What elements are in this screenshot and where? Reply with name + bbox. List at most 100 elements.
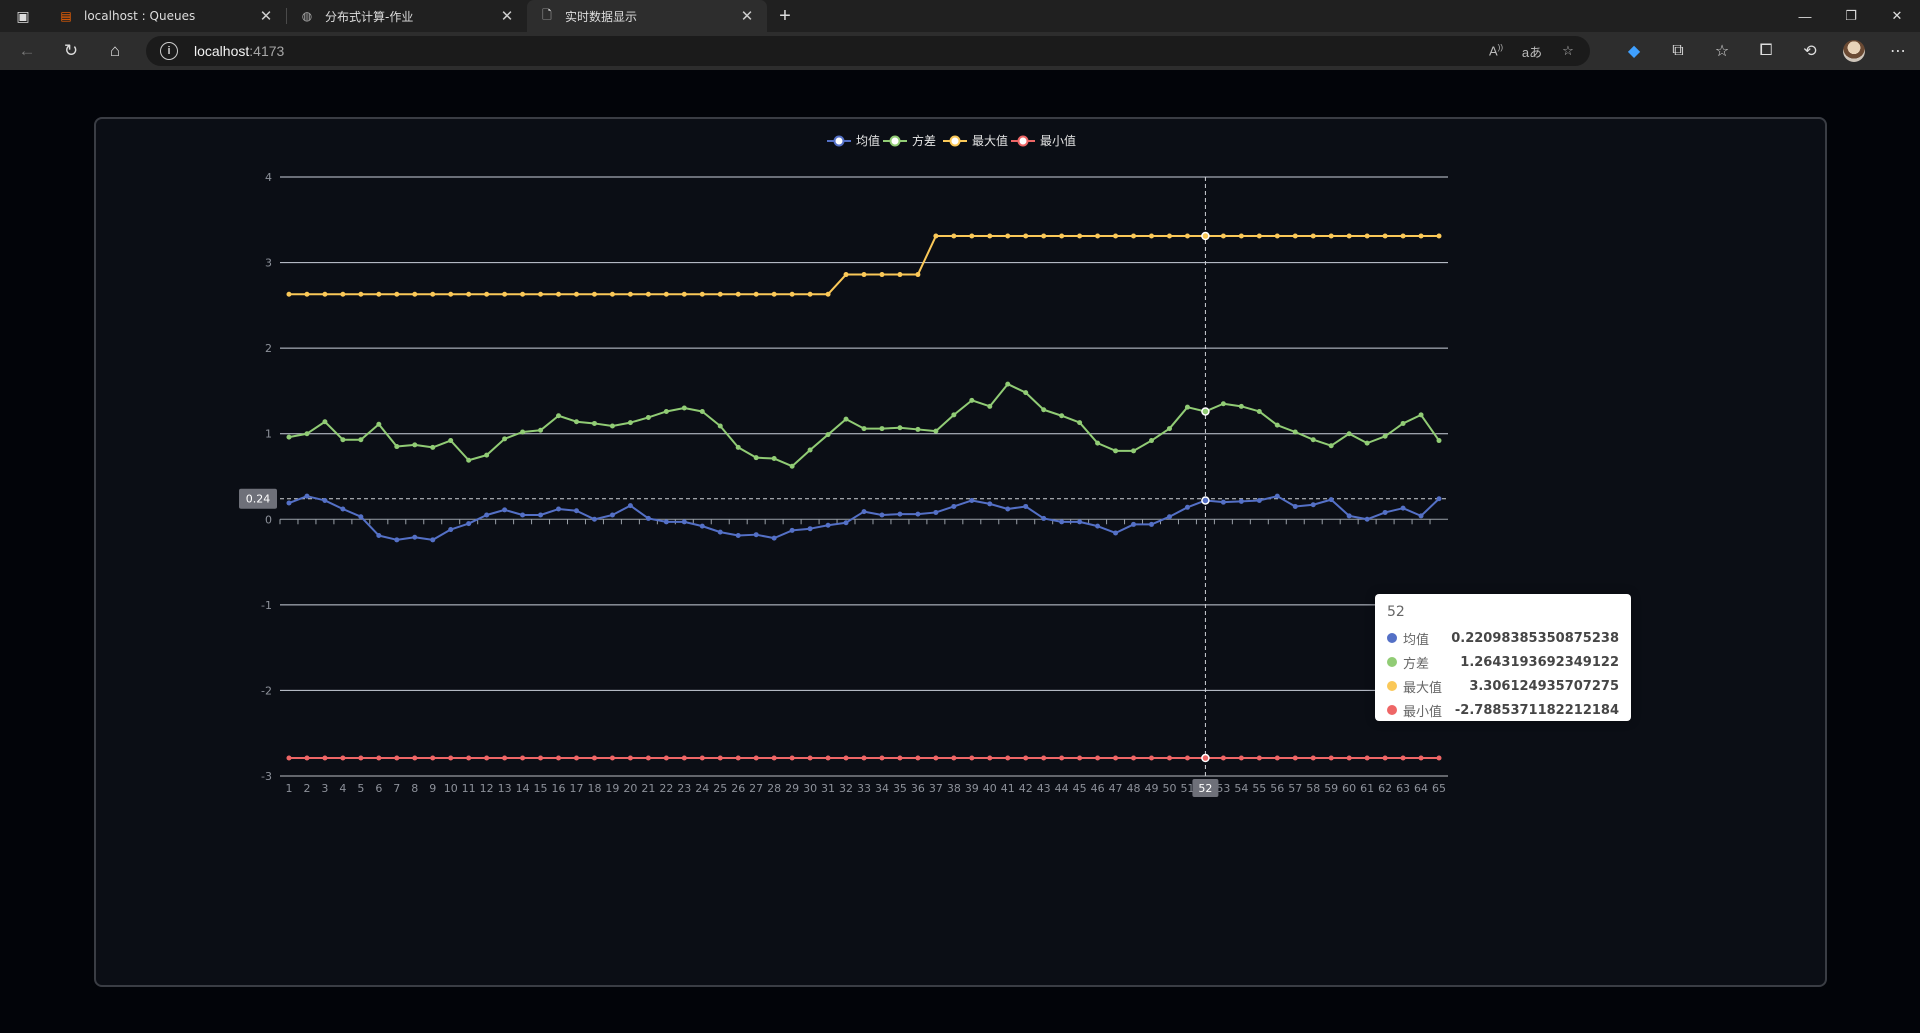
data-point: [771, 535, 777, 541]
x-tick-label: 31: [821, 782, 835, 795]
data-point: [1292, 755, 1298, 761]
data-point: [1113, 233, 1119, 239]
data-point: [1184, 504, 1190, 510]
data-point: [1400, 505, 1406, 511]
data-point: [1436, 496, 1442, 502]
tab-close-icon[interactable]: ✕: [256, 6, 276, 26]
extension-icon[interactable]: ◆: [1612, 32, 1656, 70]
data-point: [699, 291, 705, 297]
series-line: [288, 495, 1440, 541]
close-window-icon[interactable]: ✕: [1874, 0, 1920, 32]
site-info-icon[interactable]: i: [160, 42, 178, 60]
x-tick-label: 46: [1091, 782, 1105, 795]
data-point: [1256, 755, 1262, 761]
x-tick-label: 3: [321, 782, 328, 795]
legend-label: 最大值: [972, 133, 1008, 148]
new-tab-button[interactable]: +: [767, 0, 803, 32]
data-point: [915, 272, 921, 278]
tab-title: 分布式计算-作业: [325, 9, 414, 24]
extensions-puzzle-icon[interactable]: ⧉: [1656, 32, 1700, 70]
tab-homework[interactable]: ◍ 分布式计算-作业 ✕: [287, 0, 527, 32]
x-tick-label: 18: [587, 782, 601, 795]
refresh-icon[interactable]: ↻: [49, 32, 93, 70]
data-point: [825, 522, 831, 528]
data-point: [609, 291, 615, 297]
data-point: [556, 413, 562, 419]
x-tick-label: 10: [444, 782, 458, 795]
data-point: [573, 419, 579, 425]
data-point: [591, 420, 597, 426]
data-point: [394, 755, 400, 761]
data-point: [502, 291, 508, 297]
chart-grid: [280, 176, 1448, 777]
tab-close-icon[interactable]: ✕: [737, 6, 757, 26]
address-bar[interactable]: i localhost:4173 A)) aあ ☆: [146, 36, 1590, 66]
collections-icon[interactable]: ⧠: [1744, 32, 1788, 70]
translate-icon[interactable]: aあ: [1520, 42, 1544, 61]
data-point: [430, 755, 436, 761]
x-tick-label: 53: [1216, 782, 1230, 795]
data-point: [861, 272, 867, 278]
data-point: [1041, 515, 1047, 521]
x-tick-label: 7: [393, 782, 400, 795]
data-point: [1220, 499, 1226, 505]
read-aloud-icon[interactable]: A)): [1484, 43, 1508, 58]
data-point: [987, 233, 993, 239]
tab-actions-menu-icon[interactable]: ▣: [0, 0, 46, 32]
data-point: [376, 755, 382, 761]
data-point: [1328, 497, 1334, 503]
x-tick-label: 65: [1432, 782, 1446, 795]
back-arrow-icon[interactable]: ←: [5, 32, 49, 70]
data-point: [1418, 755, 1424, 761]
more-menu-icon[interactable]: ⋯: [1876, 32, 1920, 70]
data-point: [466, 521, 472, 527]
restore-icon[interactable]: ❐: [1828, 0, 1874, 32]
line-chart[interactable]: 均值 方差 最大值 最小值 43210-1-2-3 1 2 3 4 5 6 7 8 9 10 11 12 13…: [96, 119, 1825, 985]
data-point: [502, 755, 508, 761]
data-point: [861, 509, 867, 515]
profile-avatar[interactable]: [1843, 40, 1865, 62]
data-point: [1005, 233, 1011, 239]
data-point: [1220, 755, 1226, 761]
data-point: [1059, 233, 1065, 239]
data-point: [1149, 521, 1155, 527]
data-point: [484, 755, 490, 761]
favorites-icon[interactable]: ☆: [1700, 32, 1744, 70]
x-tick-label: 44: [1055, 782, 1069, 795]
data-point: [556, 291, 562, 297]
url-host: localhost: [194, 43, 250, 59]
data-point: [1131, 233, 1137, 239]
data-point: [1113, 755, 1119, 761]
y-tick-label: 2: [265, 342, 272, 355]
x-tick-label: 63: [1396, 782, 1410, 795]
data-point: [304, 431, 310, 437]
data-point: [394, 291, 400, 297]
axis-pointer-labels: 520.24: [239, 488, 1219, 797]
data-point: [735, 533, 741, 539]
data-point: [556, 755, 562, 761]
data-point: [1238, 498, 1244, 504]
data-point: [591, 516, 597, 522]
minimize-icon[interactable]: —: [1782, 0, 1828, 32]
data-point: [520, 755, 526, 761]
x-tick-label: 64: [1414, 782, 1428, 795]
tab-close-icon[interactable]: ✕: [497, 6, 517, 26]
tab-realtime-data[interactable]: 🗋 实时数据显示 ✕: [527, 0, 767, 32]
data-point: [556, 506, 562, 512]
data-point: [1256, 408, 1262, 414]
favorite-star-icon[interactable]: ☆: [1556, 43, 1580, 59]
x-tick-label: 39: [965, 782, 979, 795]
data-point: [825, 755, 831, 761]
data-point: [1005, 506, 1011, 512]
data-point: [1077, 519, 1083, 525]
data-point: [1238, 233, 1244, 239]
data-point: [1238, 403, 1244, 409]
home-icon[interactable]: ⌂: [93, 32, 137, 70]
browser-toolbar: ← ↻ ⌂ i localhost:4173 A)) aあ ☆ ◆ ⧉ ☆ ⧠ …: [0, 32, 1920, 70]
legend-marker: [949, 135, 961, 147]
data-point: [1041, 755, 1047, 761]
history-icon[interactable]: ⟲: [1788, 32, 1832, 70]
tab-title: localhost : Queues: [84, 9, 196, 23]
tab-localhost-queues[interactable]: ▤ localhost : Queues ✕: [46, 0, 286, 32]
data-point: [286, 291, 292, 297]
